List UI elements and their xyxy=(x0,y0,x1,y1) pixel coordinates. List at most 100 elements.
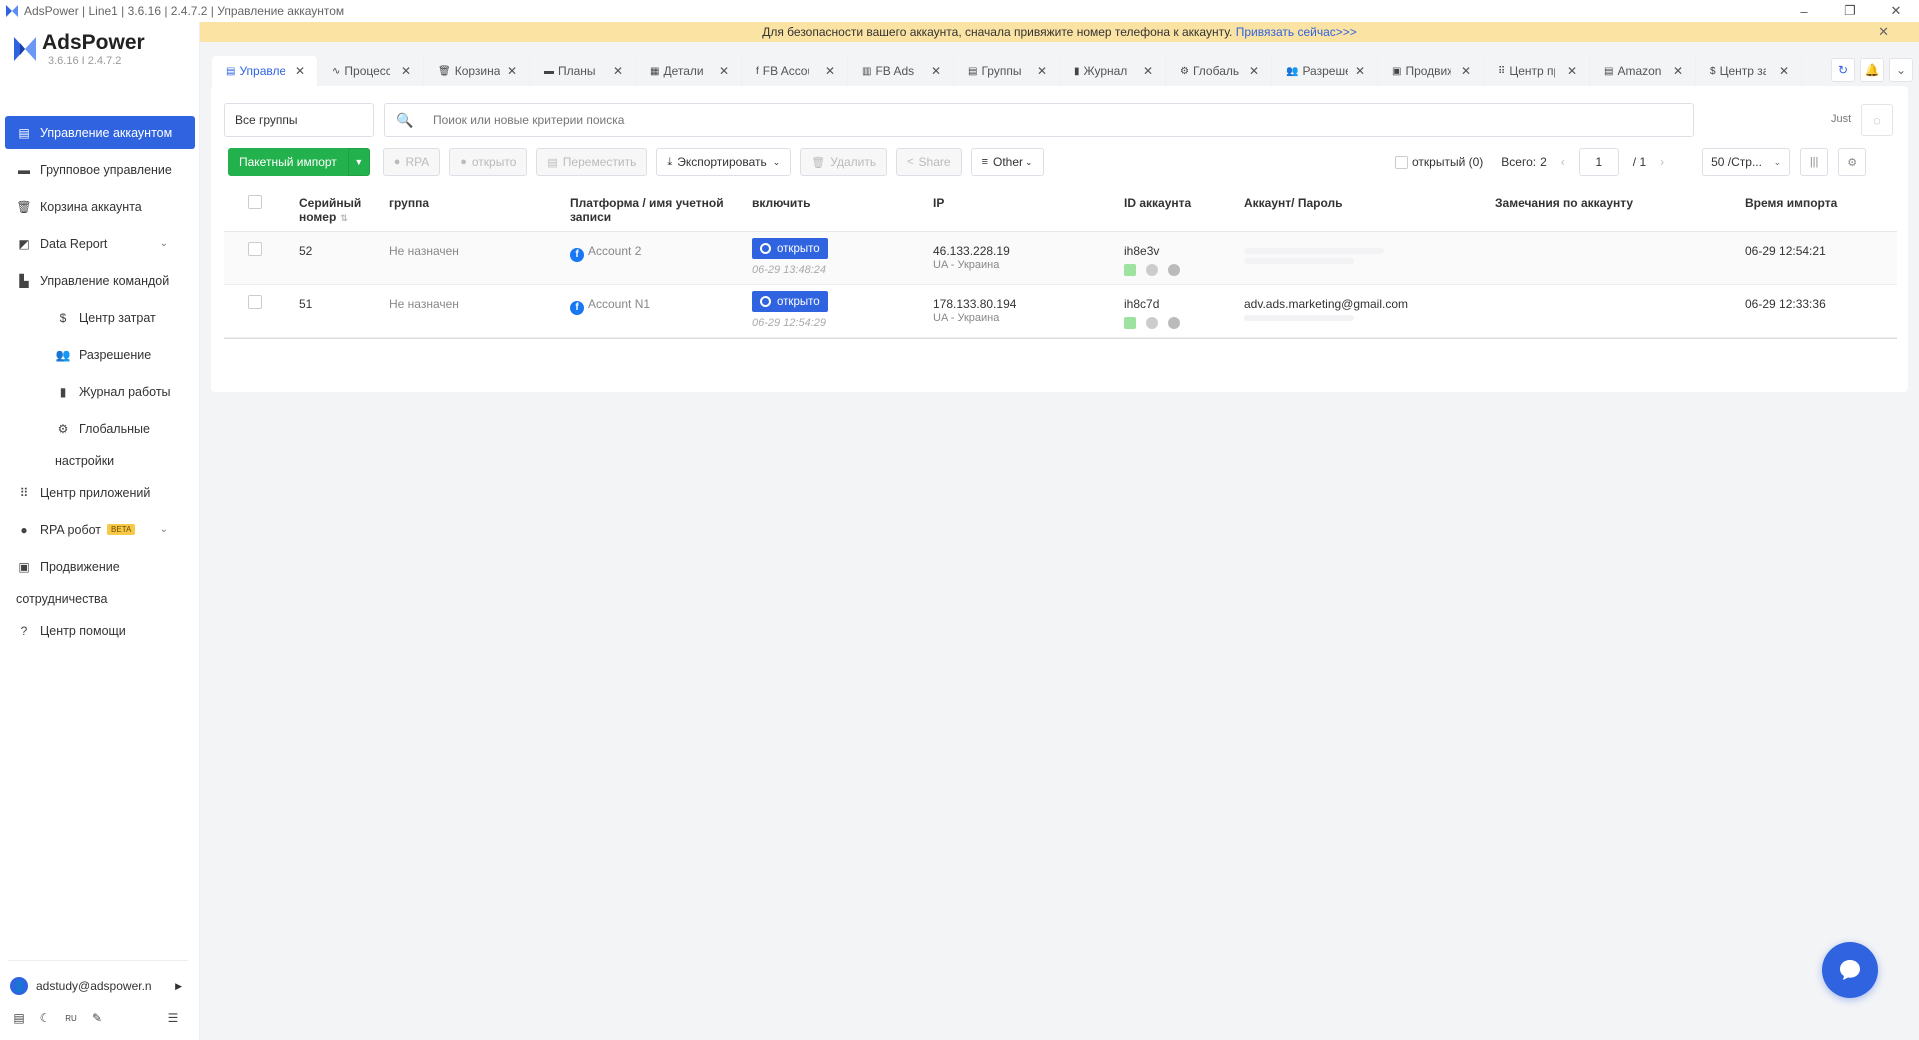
prev-page-icon[interactable]: ‹ xyxy=(1561,155,1565,169)
sidebar-item-account-management[interactable]: ▤ Управление аккаунтом xyxy=(5,116,195,149)
moon-icon[interactable]: ☾ xyxy=(36,1009,54,1027)
sidebar-item-trash[interactable]: 🗑 Корзина аккаунта xyxy=(0,188,200,225)
export-button[interactable]: ⤓ Экспортировать ⌄ xyxy=(656,148,792,176)
ip-address: 46.133.228.19 xyxy=(933,244,1010,258)
tab-10[interactable]: 👥Разрешение ✕ xyxy=(1272,56,1378,86)
close-tab-icon[interactable]: ✕ xyxy=(1673,64,1683,78)
bell-icon[interactable]: 🔔 xyxy=(1860,58,1884,82)
select-all-checkbox[interactable] xyxy=(248,195,262,209)
other-button[interactable]: ≡ Other ⌄ xyxy=(970,148,1044,176)
batch-import-dropdown[interactable]: ▼ xyxy=(347,148,370,176)
sidebar-item-app-center[interactable]: ⠿ Центр приложений xyxy=(0,474,200,511)
row-account-pass xyxy=(1244,244,1384,264)
tab-6[interactable]: ▥ FB Ads ✕ xyxy=(848,56,954,86)
sidebar-item-help-center[interactable]: ? Центр помощи xyxy=(0,612,200,649)
group-select[interactable]: Все группы xyxy=(224,103,374,137)
robot-icon: ● xyxy=(20,522,28,537)
settings-icon[interactable]: ⚙ xyxy=(1838,148,1867,176)
tab-7[interactable]: ▤ Группы ✕ xyxy=(954,56,1060,86)
sidebar-item-data-report[interactable]: ◩ Data Report ⌄ xyxy=(0,225,200,262)
table-bottom-border xyxy=(224,338,1897,339)
tab-8[interactable]: ▮ Журнал ✕ xyxy=(1060,56,1166,86)
columns-icon[interactable]: ||| xyxy=(1800,148,1829,176)
avatar: 👤 xyxy=(10,977,28,995)
close-tab-icon[interactable]: ✕ xyxy=(1037,64,1047,78)
close-tab-icon[interactable]: ✕ xyxy=(1355,64,1365,78)
close-tab-icon[interactable]: ✕ xyxy=(295,64,305,78)
search-bar[interactable]: 🔍 xyxy=(384,103,1694,137)
sidebar-item-team-management[interactable]: ▙ Управление командой xyxy=(0,262,200,299)
document-icon[interactable]: ▤ xyxy=(10,1009,28,1027)
sort-icon[interactable]: ⇅ xyxy=(340,213,348,223)
per-page-select[interactable]: 50 /Стр... ⌄ xyxy=(1702,148,1791,176)
sidebar-item-work-log[interactable]: ▮ Журнал работы xyxy=(0,373,200,410)
delete-button[interactable]: 🗑 Удалить xyxy=(800,148,888,176)
bind-phone-link[interactable]: Привязать сейчас>>> xyxy=(1236,25,1357,39)
tab-11[interactable]: ▣Продвижение ✕ xyxy=(1378,56,1484,86)
tab-13[interactable]: ▤ Amazon ✕ xyxy=(1590,56,1696,86)
table-row[interactable]: 51 Не назначен f Account N1 открыто 06-29… xyxy=(224,285,1897,338)
user-account-row[interactable]: 👤 adstudy@adspower.n ▶ xyxy=(10,974,190,998)
close-tab-icon[interactable]: ✕ xyxy=(825,64,835,78)
close-window-button[interactable]: ✕ xyxy=(1873,0,1919,22)
close-tab-icon[interactable]: ✕ xyxy=(507,64,517,78)
move-icon: ▤ xyxy=(547,156,558,169)
chat-support-button[interactable] xyxy=(1822,942,1878,998)
sidebar-item-cost-center[interactable]: $ Центр затрат xyxy=(0,299,200,336)
sidebar-item-group-management[interactable]: ▬ Групповое управление xyxy=(0,151,200,188)
tab-14[interactable]: $Центр затрат ✕ xyxy=(1696,56,1802,86)
close-tab-icon[interactable]: ✕ xyxy=(1779,64,1789,78)
close-tab-icon[interactable]: ✕ xyxy=(1567,64,1577,78)
close-tab-icon[interactable]: ✕ xyxy=(401,64,411,78)
window-title: AdsPower | Line1 | 3.6.16 | 2.4.7.2 | Уп… xyxy=(24,4,345,18)
page-input[interactable]: 1 xyxy=(1578,148,1619,176)
dollar-icon: $ xyxy=(59,310,67,325)
restore-button[interactable]: ❐ xyxy=(1827,0,1873,22)
next-page-icon[interactable]: › xyxy=(1660,155,1664,169)
chevron-down-icon[interactable]: ⌄ xyxy=(1889,58,1913,82)
close-tab-icon[interactable]: ✕ xyxy=(719,64,729,78)
tab-12[interactable]: ⠿Центр приложений ✕ xyxy=(1484,56,1590,86)
open-browser-label: открыто xyxy=(777,242,820,255)
pencil-icon[interactable]: ✎ xyxy=(88,1009,106,1027)
collapse-sidebar-icon[interactable]: ☰ xyxy=(164,1009,182,1027)
rpa-button[interactable]: ● RPA xyxy=(382,148,441,176)
refresh-button[interactable]: ◌ xyxy=(1861,104,1893,136)
account-id: ih8c7d xyxy=(1124,297,1160,311)
open-browser-label: открыто xyxy=(777,295,820,308)
tab-0[interactable]: ▤Управление аккаунтом ✕ xyxy=(212,56,318,86)
close-tab-icon[interactable]: ✕ xyxy=(931,64,941,78)
open-browser-button[interactable]: открыто xyxy=(752,291,828,312)
language-icon[interactable]: RU xyxy=(62,1009,80,1027)
tab-3[interactable]: ▬ Планы ✕ xyxy=(530,56,636,86)
row-checkbox[interactable] xyxy=(248,242,262,256)
tab-1[interactable]: ∿ Процесс ✕ xyxy=(318,56,424,86)
tab-2[interactable]: 🗑 Корзина ✕ xyxy=(424,56,530,86)
close-tab-icon[interactable]: ✕ xyxy=(1461,64,1471,78)
close-tab-icon[interactable]: ✕ xyxy=(613,64,623,78)
refresh-icon[interactable]: ↻ xyxy=(1831,58,1855,82)
tab-5[interactable]: fFB Accounts ✕ xyxy=(742,56,848,86)
batch-import-button[interactable]: Пакетный импорт xyxy=(228,148,348,176)
minimize-button[interactable]: – xyxy=(1781,0,1827,22)
share-button[interactable]: < Share xyxy=(896,148,962,176)
search-input[interactable] xyxy=(433,113,1633,127)
sidebar-item-rpa-robot[interactable]: ● RPA робот BETA ⌄ xyxy=(0,511,200,548)
opened-filter-checkbox[interactable] xyxy=(1395,155,1408,169)
tab-icon: ▮ xyxy=(1074,65,1080,77)
open-button[interactable]: ● открыто xyxy=(449,148,528,176)
tab-4[interactable]: ▦ Детали ✕ xyxy=(636,56,742,86)
row-checkbox[interactable] xyxy=(248,295,262,309)
close-notice-icon[interactable]: ✕ xyxy=(1878,22,1889,42)
tab-label: Детали xyxy=(663,64,704,78)
sidebar-item-permission[interactable]: 👥 Разрешение xyxy=(0,336,200,373)
move-button[interactable]: ▤ Переместить xyxy=(536,148,648,176)
table-row[interactable]: 52 Не назначен f Account 2 открыто 06-29 … xyxy=(224,232,1897,285)
col-serial[interactable]: Серийный номер ⇅ xyxy=(299,196,379,225)
close-tab-icon[interactable]: ✕ xyxy=(1143,64,1153,78)
close-tab-icon[interactable]: ✕ xyxy=(1249,64,1259,78)
sidebar-item-global-settings[interactable]: ⚙ Глобальные настройки xyxy=(0,410,200,474)
open-browser-button[interactable]: открыто xyxy=(752,238,828,259)
tab-9[interactable]: ⚙Глобальные ✕ xyxy=(1166,56,1272,86)
sidebar-item-promotion[interactable]: ▣ Продвижение сотрудничества xyxy=(0,548,200,612)
